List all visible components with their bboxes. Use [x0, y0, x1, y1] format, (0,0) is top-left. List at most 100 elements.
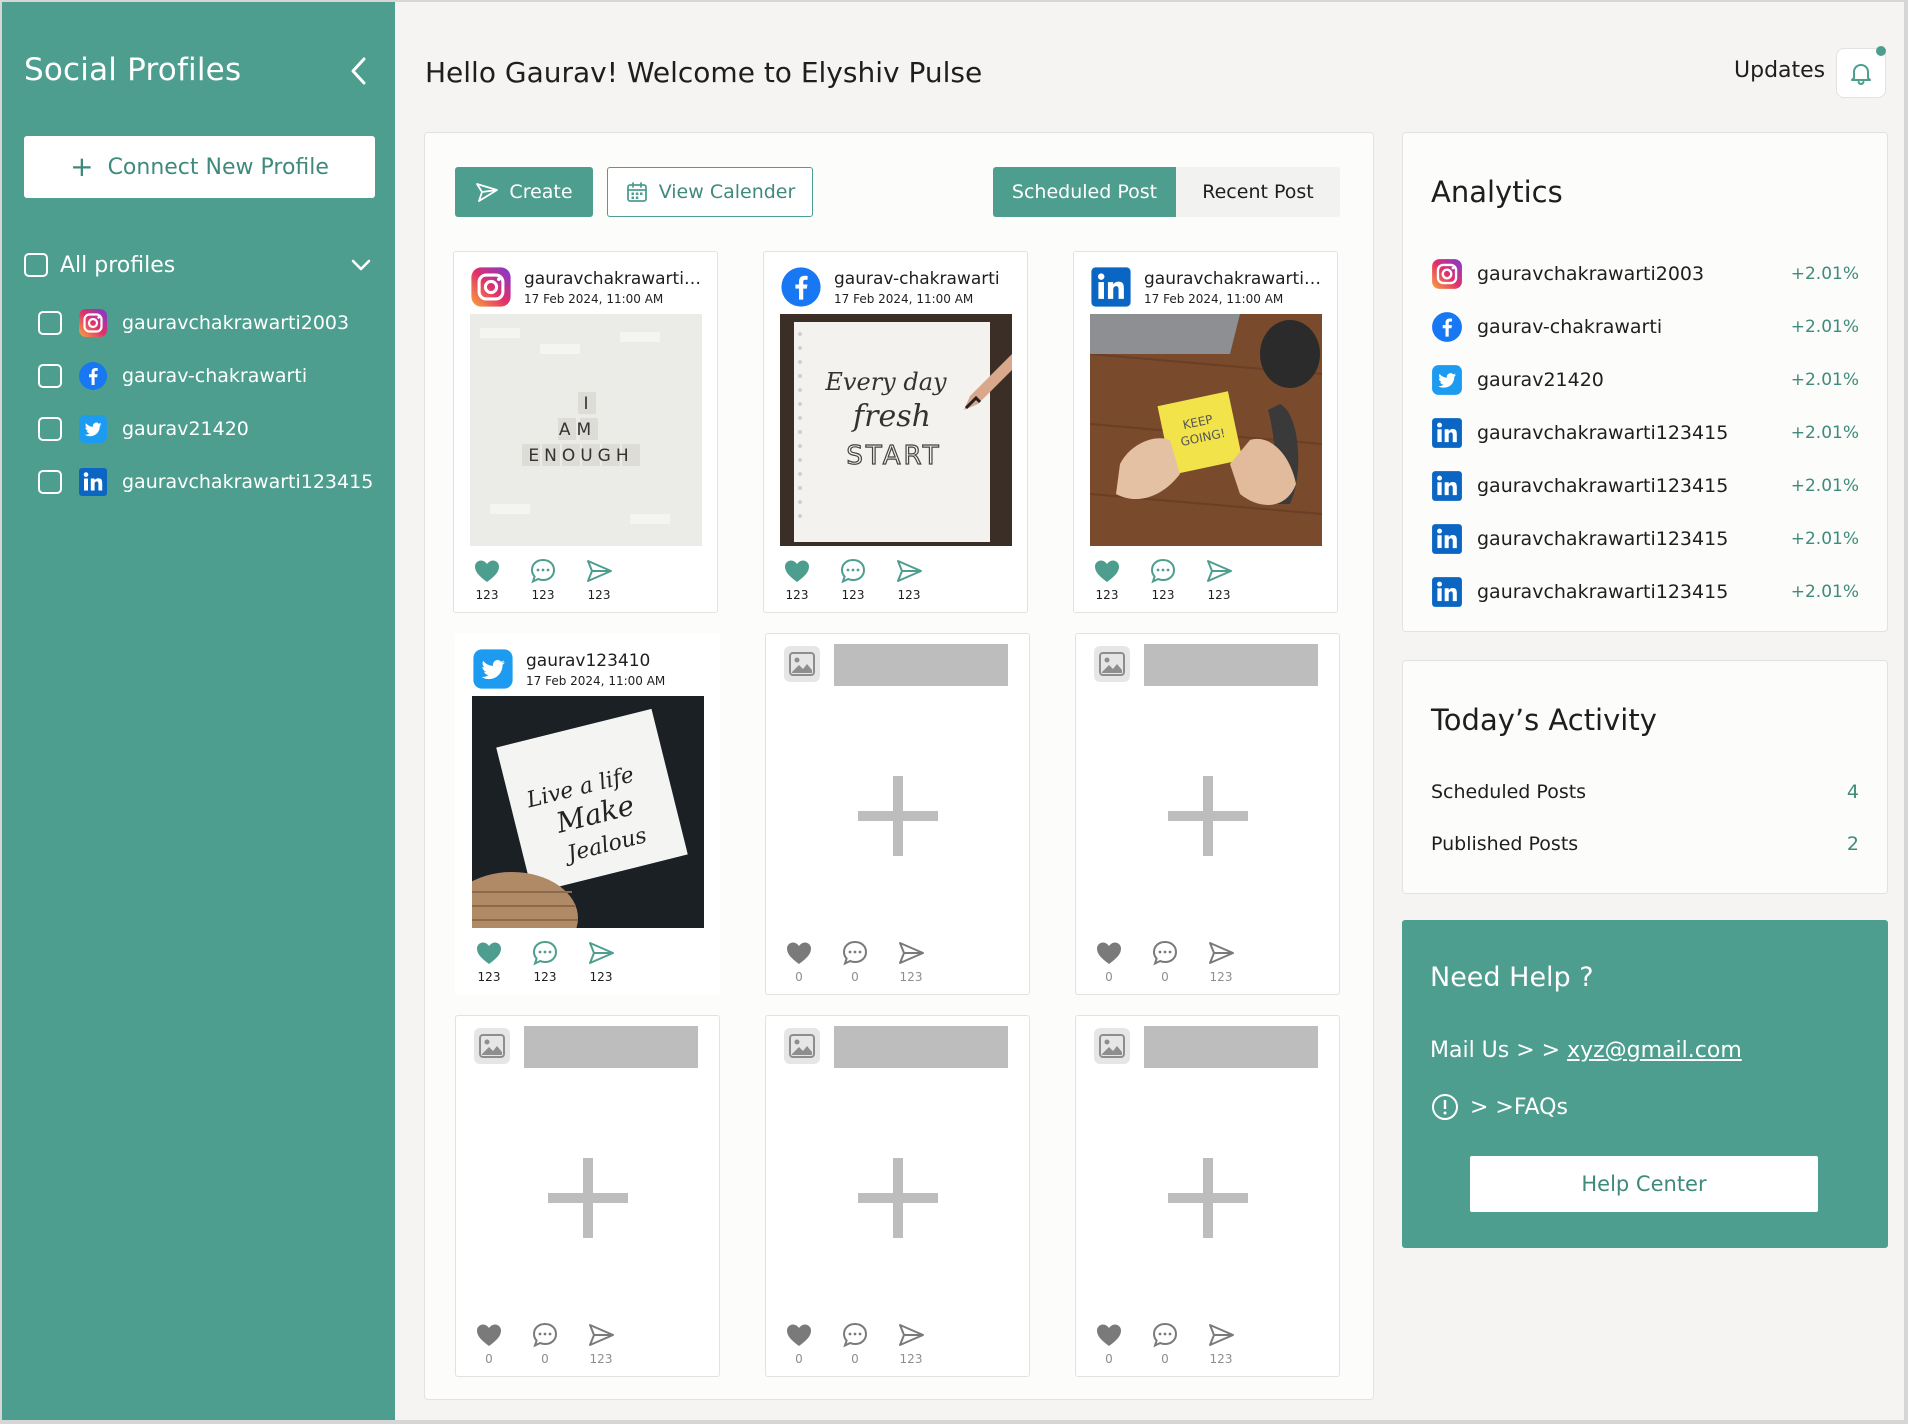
comment-stat[interactable]: 0: [838, 938, 872, 984]
share-stat[interactable]: 123: [582, 556, 616, 602]
add-post-plus-icon[interactable]: [1168, 1158, 1248, 1238]
like-stat[interactable]: 0: [782, 938, 816, 984]
profile-item[interactable]: gaurav-chakrawarti: [38, 349, 388, 402]
linkedin-icon: [1432, 470, 1462, 501]
comment-count: 123: [841, 588, 865, 602]
comment-stat[interactable]: 0: [1148, 938, 1182, 984]
post-header: gauravchakrawarti12.. 17 Feb 2024, 11:00…: [1090, 262, 1330, 312]
add-post-plus-icon[interactable]: [1168, 776, 1248, 856]
like-stat[interactable]: 123: [470, 556, 504, 602]
scheduled-posts-count: 4: [1846, 781, 1859, 803]
connect-new-profile-button[interactable]: + Connect New Profile: [24, 136, 375, 198]
page-title: Hello Gaurav! Welcome to Elyshiv Pulse: [425, 56, 983, 89]
post-image[interactable]: I AM ENOUGH: [470, 314, 702, 546]
post-header: gauravchakrawarti20.. 17 Feb 2024, 11:00…: [470, 262, 710, 312]
profile-checkbox[interactable]: [38, 310, 62, 335]
share-stat[interactable]: 123: [892, 556, 926, 602]
analytics-row[interactable]: gauravchakrawarti123415 +2.01%: [1431, 512, 1859, 565]
share-stat[interactable]: 123: [1204, 938, 1238, 984]
post-stats: 0 0 123: [1092, 938, 1238, 984]
post-date: 17 Feb 2024, 11:00 AM: [526, 673, 666, 688]
post-image[interactable]: Live a life Make Jealous: [472, 696, 704, 928]
like-stat[interactable]: 0: [1092, 938, 1126, 984]
chevron-down-icon[interactable]: [347, 251, 375, 279]
all-profiles-checkbox[interactable]: [24, 253, 48, 277]
share-stat[interactable]: 123: [584, 938, 618, 984]
empty-post-slot[interactable]: 0 0 123: [455, 1015, 720, 1377]
like-stat[interactable]: 0: [1092, 1320, 1126, 1366]
share-icon: [587, 560, 612, 582]
analytics-row[interactable]: gaurav21420 +2.01%: [1431, 353, 1859, 406]
support-email-link[interactable]: xyz@gmail.com: [1567, 1038, 1742, 1063]
faq-link[interactable]: > >FAQs: [1430, 1092, 1568, 1122]
profile-item[interactable]: gauravchakrawarti2003: [38, 296, 388, 349]
analytics-row[interactable]: gauravchakrawarti123415 +2.01%: [1431, 565, 1859, 618]
post-card[interactable]: gaurav-chakrawarti 17 Feb 2024, 11:00 AM…: [763, 251, 1028, 613]
post-image[interactable]: KEEP GOING!: [1090, 314, 1322, 546]
profile-checkbox[interactable]: [38, 416, 62, 441]
mail-us: Mail Us > > xyz@gmail.com: [1430, 1038, 1742, 1063]
comment-stat[interactable]: 0: [528, 1320, 562, 1366]
like-stat[interactable]: 0: [472, 1320, 506, 1366]
add-post-plus-icon[interactable]: [858, 1158, 938, 1238]
share-count: 123: [589, 1352, 613, 1366]
profile-checkbox[interactable]: [38, 363, 62, 388]
post-date: 17 Feb 2024, 11:00 AM: [1144, 291, 1284, 306]
faq-label: > >FAQs: [1470, 1094, 1568, 1120]
analytics-row[interactable]: gauravchakrawarti123415 +2.01%: [1431, 459, 1859, 512]
empty-post-slot[interactable]: 0 0 123: [765, 633, 1030, 995]
add-post-plus-icon[interactable]: [858, 776, 938, 856]
instagram-icon: [471, 267, 511, 307]
analytics-row[interactable]: gaurav-chakrawarti +2.01%: [1431, 300, 1859, 353]
empty-post-slot[interactable]: 0 0 123: [1075, 1015, 1340, 1377]
all-profiles-toggle[interactable]: All profiles: [24, 248, 375, 282]
post-stats: 0 0 123: [472, 1320, 618, 1366]
updates-label[interactable]: Updates: [1734, 58, 1825, 83]
share-stat[interactable]: 123: [894, 938, 928, 984]
like-stat[interactable]: 123: [780, 556, 814, 602]
comment-stat[interactable]: 123: [836, 556, 870, 602]
plus-icon: +: [70, 150, 94, 183]
tab-recent-post[interactable]: Recent Post: [1176, 167, 1340, 217]
tab-scheduled-post[interactable]: Scheduled Post: [993, 167, 1176, 217]
share-icon: [1207, 560, 1232, 582]
post-image[interactable]: Every day fresh START: [780, 314, 1012, 546]
post-card[interactable]: gauravchakrawarti12.. 17 Feb 2024, 11:00…: [1073, 251, 1338, 613]
share-stat[interactable]: 123: [584, 1320, 618, 1366]
comment-stat[interactable]: 0: [1148, 1320, 1182, 1366]
comment-icon: [842, 1322, 868, 1348]
analytics-row[interactable]: gauravchakrawarti2003 +2.01%: [1431, 247, 1859, 300]
create-button[interactable]: Create: [455, 167, 593, 217]
profile-item[interactable]: gauravchakrawarti123415: [38, 455, 388, 508]
post-card[interactable]: gauravchakrawarti20.. 17 Feb 2024, 11:00…: [453, 251, 718, 613]
post-card[interactable]: gaurav123410 17 Feb 2024, 11:00 AM Live …: [455, 633, 720, 995]
comment-count: 123: [531, 588, 555, 602]
empty-post-slot[interactable]: 0 0 123: [765, 1015, 1030, 1377]
comment-stat[interactable]: 123: [526, 556, 560, 602]
comment-stat[interactable]: 0: [838, 1320, 872, 1366]
help-center-button[interactable]: Help Center: [1470, 1156, 1818, 1212]
heart-icon: [787, 942, 811, 964]
comment-count: 0: [851, 970, 859, 984]
share-count: 123: [1209, 1352, 1233, 1366]
share-stat[interactable]: 123: [894, 1320, 928, 1366]
comment-icon: [1150, 558, 1176, 584]
chevron-left-icon[interactable]: [342, 52, 376, 90]
scheduled-posts-row: Scheduled Posts 4: [1431, 781, 1859, 803]
like-stat[interactable]: 123: [1090, 556, 1124, 602]
profile-item[interactable]: gaurav21420: [38, 402, 388, 455]
like-stat[interactable]: 123: [472, 938, 506, 984]
svg-text:Every day: Every day: [824, 368, 947, 396]
analytics-change: +2.01%: [1790, 528, 1859, 549]
share-stat[interactable]: 123: [1204, 1320, 1238, 1366]
share-stat[interactable]: 123: [1202, 556, 1236, 602]
like-stat[interactable]: 0: [782, 1320, 816, 1366]
comment-stat[interactable]: 123: [528, 938, 562, 984]
view-calendar-button[interactable]: View Calender: [607, 167, 813, 217]
profile-checkbox[interactable]: [38, 469, 62, 494]
analytics-row[interactable]: gauravchakrawarti123415 +2.01%: [1431, 406, 1859, 459]
comment-stat[interactable]: 123: [1146, 556, 1180, 602]
analytics-list: gauravchakrawarti2003 +2.01% gaurav-chak…: [1431, 247, 1859, 618]
add-post-plus-icon[interactable]: [548, 1158, 628, 1238]
empty-post-slot[interactable]: 0 0 123: [1075, 633, 1340, 995]
